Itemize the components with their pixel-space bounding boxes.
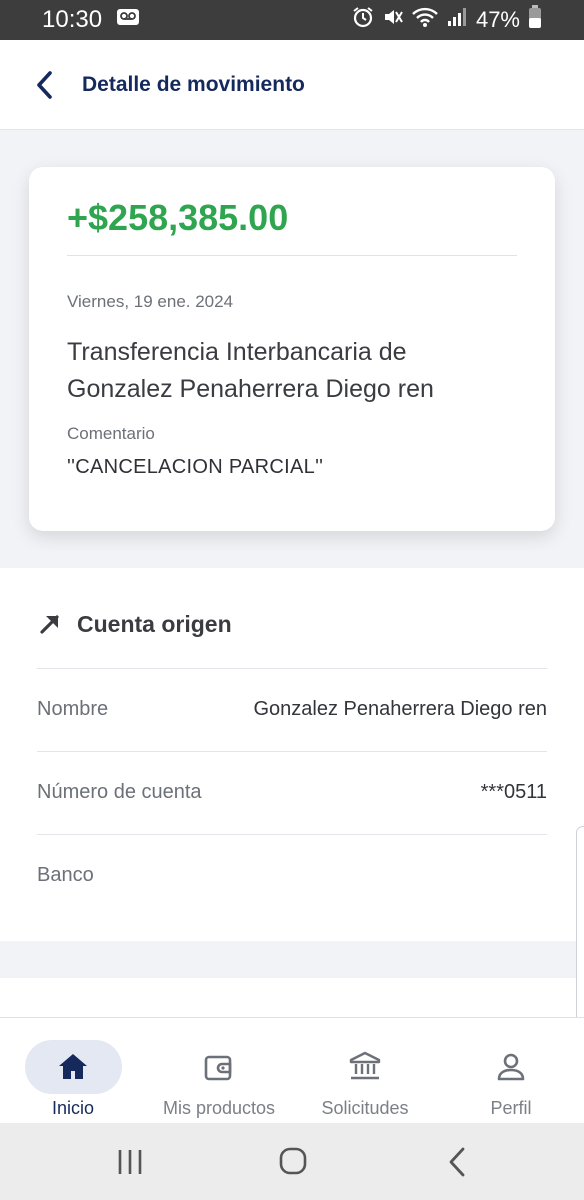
chevron-left-icon bbox=[37, 70, 52, 99]
status-time: 10:30 bbox=[42, 6, 103, 33]
comment-label: Comentario bbox=[67, 424, 155, 443]
bottom-navigation: Inicio Mis productos Solicitudes Perfil bbox=[0, 1017, 584, 1123]
page-title: Detalle de movimiento bbox=[82, 72, 305, 96]
divider bbox=[67, 255, 517, 256]
app-header: Detalle de movimiento bbox=[0, 40, 584, 130]
home-circle-icon bbox=[279, 1147, 307, 1175]
row-value: Gonzalez Penaherrera Diego ren bbox=[253, 698, 547, 720]
wallet-icon bbox=[204, 1055, 232, 1081]
detail-row-bank: Banco bbox=[37, 834, 547, 916]
nav-label: Perfil bbox=[490, 1098, 532, 1118]
transaction-summary-card: +$258,385.00 Viernes, 19 ene. 2024 Trans… bbox=[29, 167, 555, 531]
recent-apps-button[interactable] bbox=[110, 1145, 150, 1179]
back-arrow-icon bbox=[449, 1147, 465, 1177]
comment-value: ''CANCELACION PARCIAL'' bbox=[67, 456, 324, 478]
wifi-icon bbox=[412, 6, 438, 34]
detail-row-name: Nombre Gonzalez Penaherrera Diego ren bbox=[37, 668, 547, 750]
content-block bbox=[0, 978, 584, 1018]
recent-apps-icon bbox=[118, 1150, 142, 1174]
signal-icon bbox=[446, 6, 468, 34]
nav-label: Inicio bbox=[51, 1098, 95, 1118]
home-icon bbox=[59, 1054, 87, 1079]
nav-item-solicitudes[interactable]: Solicitudes bbox=[292, 1018, 438, 1124]
home-button[interactable] bbox=[273, 1145, 313, 1179]
bank-icon bbox=[349, 1051, 381, 1080]
system-navigation-bar bbox=[0, 1123, 584, 1200]
voicemail-icon bbox=[116, 6, 140, 34]
detail-row-account-number: Número de cuenta ***0511 bbox=[37, 751, 547, 833]
battery-icon bbox=[528, 5, 542, 35]
nav-item-mis-productos[interactable]: Mis productos bbox=[146, 1018, 292, 1124]
transaction-amount: +$258,385.00 bbox=[67, 197, 289, 238]
status-bar: 10:30 47% bbox=[0, 0, 584, 40]
arrow-up-right-icon bbox=[40, 615, 59, 634]
alarm-icon bbox=[352, 6, 374, 34]
transaction-description: Transferencia Interbancaria de Gonzalez … bbox=[67, 338, 434, 403]
origin-account-section: Cuenta origen Nombre Gonzalez Penaherrer… bbox=[0, 568, 584, 941]
back-button[interactable] bbox=[24, 65, 64, 105]
mute-icon bbox=[382, 6, 404, 34]
transaction-date: Viernes, 19 ene. 2024 bbox=[67, 292, 234, 311]
nav-label: Solicitudes bbox=[321, 1098, 409, 1118]
nav-item-inicio[interactable]: Inicio bbox=[0, 1018, 146, 1124]
row-value: ***0511 bbox=[480, 781, 547, 803]
battery-percentage: 47% bbox=[475, 7, 520, 32]
row-label: Banco bbox=[37, 864, 94, 886]
row-label: Número de cuenta bbox=[37, 781, 202, 803]
row-label: Nombre bbox=[37, 698, 109, 720]
nav-item-perfil[interactable]: Perfil bbox=[438, 1018, 584, 1124]
system-back-button[interactable] bbox=[437, 1145, 477, 1179]
section-header: Cuenta origen bbox=[37, 604, 232, 644]
section-title: Cuenta origen bbox=[77, 610, 232, 637]
nav-label: Mis productos bbox=[162, 1098, 276, 1118]
user-icon bbox=[497, 1053, 525, 1081]
